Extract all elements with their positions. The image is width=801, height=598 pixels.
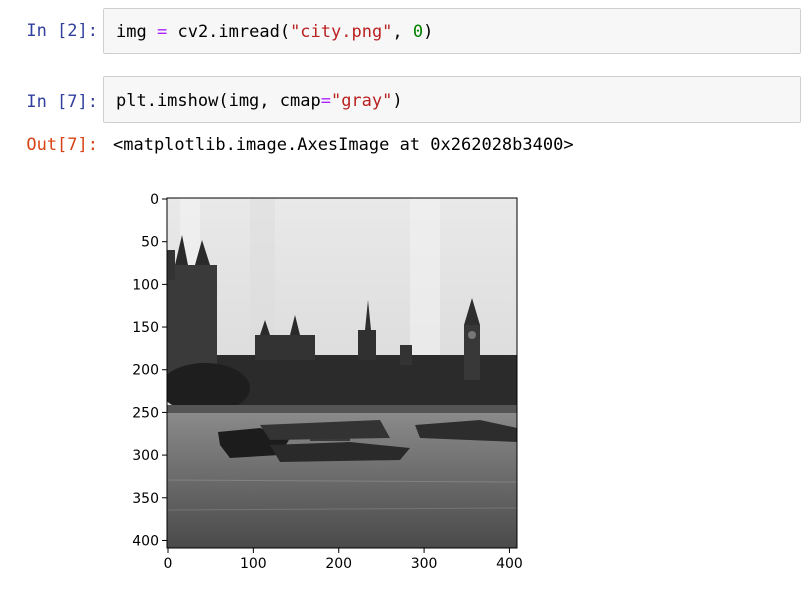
x-tick-label: 0 [164,556,173,572]
y-tick-label: 100 [132,277,159,293]
code-cell-2[interactable]: img = cv2.imread("city.png", 0) [103,8,801,54]
y-tick-label: 250 [132,405,159,421]
y-tick-label: 50 [141,235,159,251]
code-call: cv2.imread( [177,22,291,42]
code-operator: = [156,22,168,42]
code-close-paren: ) [423,22,434,42]
y-tick-label: 150 [132,320,159,336]
grayscale-image [167,198,517,548]
x-tick-label: 100 [240,556,267,572]
input-prompt-2: In [2]: [26,21,98,41]
y-tick-label: 200 [132,363,159,379]
output-text: <matplotlib.image.AxesImage at 0x262028b… [113,135,574,155]
input-prompt-7: In [7]: [26,92,98,112]
y-tick-label: 300 [132,448,159,464]
code-number-arg: 0 [412,22,424,42]
code-cell-7[interactable]: plt.imshow(img, cmap="gray") [103,76,801,123]
y-tick-label: 350 [132,491,159,507]
imshow-plot: 0 50 100 150 200 250 300 350 400 0 100 200 300 400 [132,192,523,572]
code-string-arg: "city.png" [290,22,393,42]
output-prompt-7: Out[7]: [26,135,98,155]
x-tick-label: 200 [325,556,352,572]
x-tick-label: 400 [496,556,523,572]
code-call: plt.imshow(img, cmap [116,91,321,111]
code-close-paren: ) [392,91,403,111]
x-tick-label: 300 [411,556,438,572]
code-separator: , [392,22,413,42]
code-operator: = [320,91,331,111]
code-string-arg: "gray" [330,91,393,111]
y-tick-label: 0 [150,192,159,208]
code-var: img [116,22,147,42]
y-tick-label: 400 [132,533,159,549]
